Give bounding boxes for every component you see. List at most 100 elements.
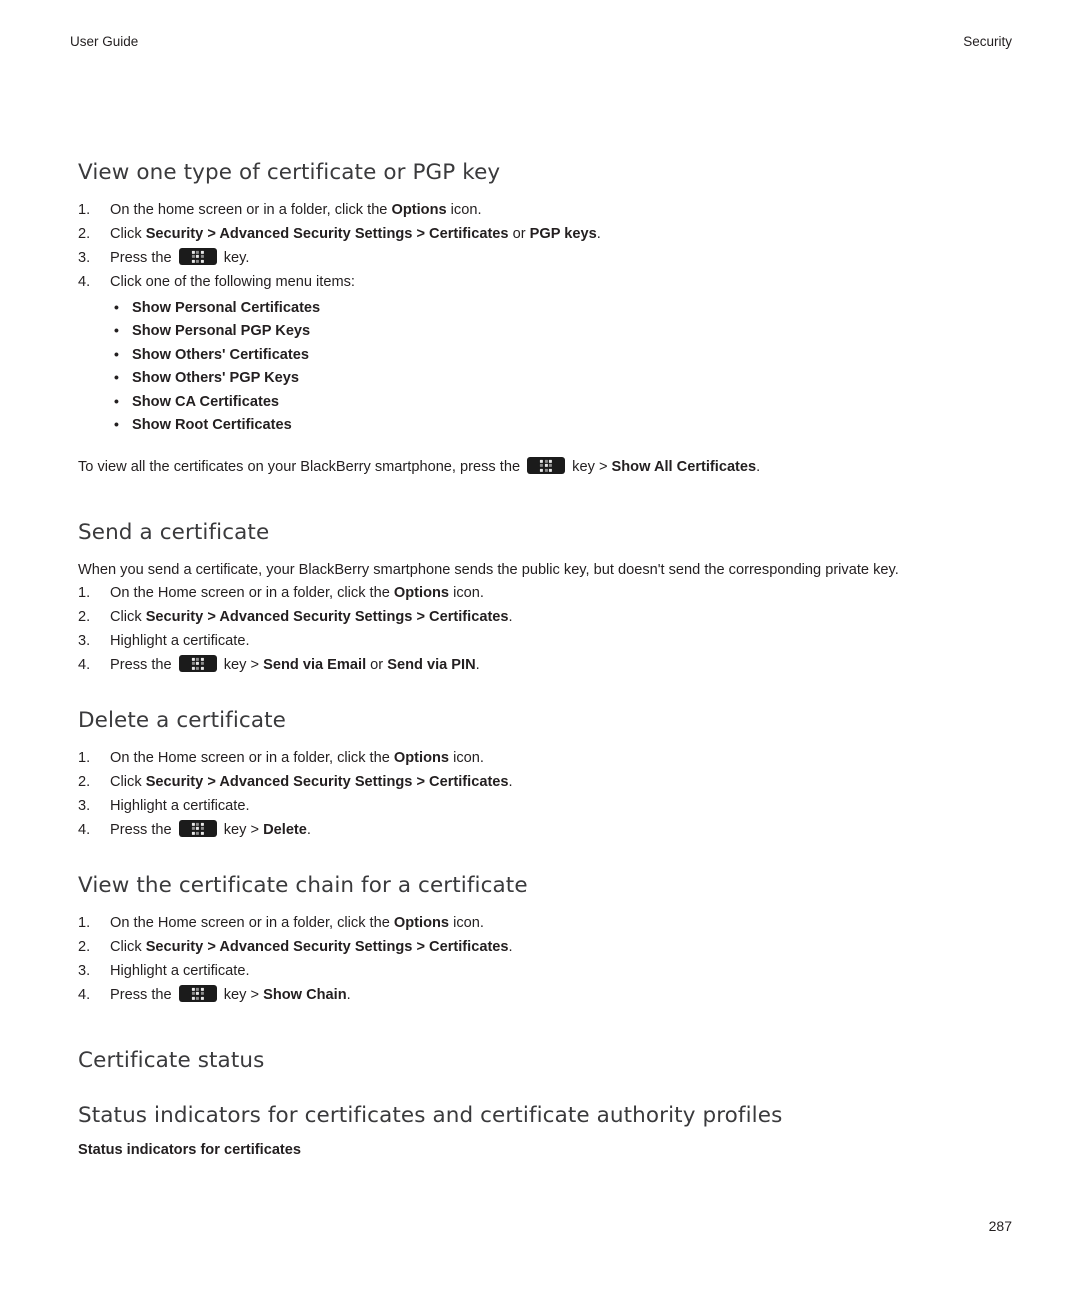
- page-content: View one type of certificate or PGP key …: [78, 160, 998, 1158]
- blackberry-menu-key-icon: [178, 985, 217, 1002]
- list-item: Click one of the following menu items: S…: [78, 271, 998, 438]
- step-text-part: Click: [110, 774, 146, 790]
- step-text-part: Press the: [110, 657, 176, 673]
- blackberry-menu-key-icon: [527, 457, 566, 474]
- step-text-bold: Security: [145, 939, 204, 955]
- section-title-view-one-type: View one type of certificate or PGP key: [78, 160, 501, 185]
- list-item: Highlight a certificate.: [78, 795, 250, 818]
- step-text-bold: Options: [393, 915, 450, 931]
- step-text-bold: PGP keys: [529, 226, 597, 242]
- step-text-part: Click: [110, 226, 146, 242]
- step-text-bold: Certificates: [429, 939, 509, 955]
- section-title-view-certificate-chain: View the certificate chain for a certifi…: [78, 873, 528, 898]
- step-text-part: On the home screen or in a folder, click…: [110, 202, 392, 218]
- step-text-part: key >: [219, 987, 264, 1003]
- note-text-part: key >: [568, 459, 612, 475]
- intro-send-a-certificate: When you send a certificate, your BlackB…: [78, 561, 899, 578]
- list-item: Show CA Certificates: [110, 390, 998, 415]
- step-text-bold: Options: [391, 202, 447, 218]
- blackberry-menu-key-icon: [178, 248, 217, 265]
- step-text-bold: Show Chain: [263, 987, 347, 1003]
- list-item: Show Personal Certificates: [110, 296, 998, 321]
- step-text-part: Press the: [110, 987, 176, 1003]
- step-text-part: icon.: [449, 915, 484, 931]
- list-item: Press the key > Show Chain.: [78, 984, 998, 1008]
- list-item: Click Security > Advanced Security Setti…: [78, 936, 998, 960]
- step-text-part: .: [508, 609, 513, 625]
- list-item: Click Security > Advanced Security Setti…: [78, 606, 998, 630]
- blackberry-menu-key-icon: [178, 655, 217, 672]
- step-text-bold: Advanced Security Settings: [219, 609, 413, 625]
- list-item: Click Security > Advanced Security Setti…: [78, 223, 998, 247]
- step-text-bold: Options: [393, 750, 450, 766]
- step-text-sep: >: [412, 609, 430, 625]
- page-header: User Guide Security: [70, 34, 1012, 49]
- step-text-part: icon.: [449, 585, 484, 601]
- blackberry-menu-key-icon: [178, 820, 217, 837]
- step-text-sep: >: [412, 774, 430, 790]
- list-item: Highlight a certificate.: [78, 960, 250, 983]
- step-text-part: .: [475, 657, 480, 673]
- step-text-bold: Security: [145, 609, 204, 625]
- list-item: Press the key > Send via Email or Send v…: [78, 654, 998, 678]
- list-item: Press the key.: [78, 247, 998, 271]
- document-page: User Guide Security View one type of cer…: [0, 0, 1080, 1296]
- step-text-part: icon.: [449, 750, 484, 766]
- list-item: Click Security > Advanced Security Setti…: [78, 771, 998, 795]
- step-text-bold: Advanced Security Settings: [219, 226, 413, 242]
- step-text-sep: >: [412, 939, 430, 955]
- step-text-part: or: [366, 657, 388, 673]
- steps-list-view-one-type: On the home screen or in a folder, click…: [78, 199, 998, 438]
- step-text-sep: >: [203, 774, 220, 790]
- step-text-part: Press the: [110, 822, 176, 838]
- list-item: On the Home screen or in a folder, click…: [78, 582, 998, 606]
- step-text-bold: Advanced Security Settings: [219, 939, 413, 955]
- step-text-part: .: [596, 226, 601, 242]
- step-text-sep: >: [412, 226, 430, 242]
- step-text-part: .: [346, 987, 351, 1003]
- step-text-part: Click: [110, 609, 146, 625]
- section-title-delete-a-certificate: Delete a certificate: [78, 708, 286, 733]
- step-text-part: key >: [219, 822, 264, 838]
- steps-list-view-certificate-chain: On the Home screen or in a folder, click…: [78, 912, 998, 1008]
- note-show-all-certificates: To view all the certificates on your Bla…: [78, 456, 998, 480]
- step-text-part: or: [508, 226, 530, 242]
- subheading-status-indicators-certificates: Status indicators for certificates: [78, 1142, 302, 1158]
- step-text-part: key.: [219, 250, 250, 266]
- section-title-send-a-certificate: Send a certificate: [78, 519, 270, 545]
- note-text-part: .: [756, 459, 761, 475]
- step-text-sep: >: [203, 226, 220, 242]
- list-item: Show Personal PGP Keys: [110, 319, 998, 344]
- list-item: On the Home screen or in a folder, click…: [78, 912, 998, 936]
- step-text-bold: Security: [145, 226, 204, 242]
- header-right-text: Security: [963, 34, 1012, 49]
- list-item: Show Others' Certificates: [110, 343, 998, 368]
- step-text-bold: Security: [145, 774, 204, 790]
- note-text-bold: Show All Certificates: [611, 459, 757, 475]
- step-text-part: key >: [219, 657, 264, 673]
- section-title-certificate-status: Certificate status: [78, 1048, 265, 1073]
- step-text-bold: Certificates: [429, 226, 509, 242]
- step-text-bold: Send via Email: [263, 657, 367, 673]
- step-text-part: .: [508, 774, 513, 790]
- step-text-part: On the Home screen or in a folder, click…: [110, 585, 394, 601]
- steps-list-send-a-certificate: On the Home screen or in a folder, click…: [78, 582, 998, 678]
- step-text-bold: Certificates: [429, 774, 509, 790]
- list-item: On the home screen or in a folder, click…: [78, 199, 998, 223]
- step-text-part: Click: [110, 939, 146, 955]
- step-text-part: .: [306, 822, 311, 838]
- step-text-part: Click one of the following menu items:: [110, 274, 355, 290]
- step-text-bold: Options: [393, 585, 450, 601]
- step-text-part: On the Home screen or in a folder, click…: [110, 915, 394, 931]
- step-text-part: Press the: [110, 250, 176, 266]
- list-item: Highlight a certificate.: [78, 630, 250, 653]
- list-item: Press the key > Delete.: [78, 819, 998, 843]
- step-text-bold: Certificates: [429, 609, 509, 625]
- list-item: Show Root Certificates: [110, 413, 998, 438]
- page-number: 287: [988, 1218, 1012, 1234]
- steps-list-delete-a-certificate: On the Home screen or in a folder, click…: [78, 747, 998, 843]
- step-text-sep: >: [203, 939, 220, 955]
- step-text-bold: Advanced Security Settings: [219, 774, 413, 790]
- step-text-sep: >: [203, 609, 220, 625]
- list-item: On the Home screen or in a folder, click…: [78, 747, 998, 771]
